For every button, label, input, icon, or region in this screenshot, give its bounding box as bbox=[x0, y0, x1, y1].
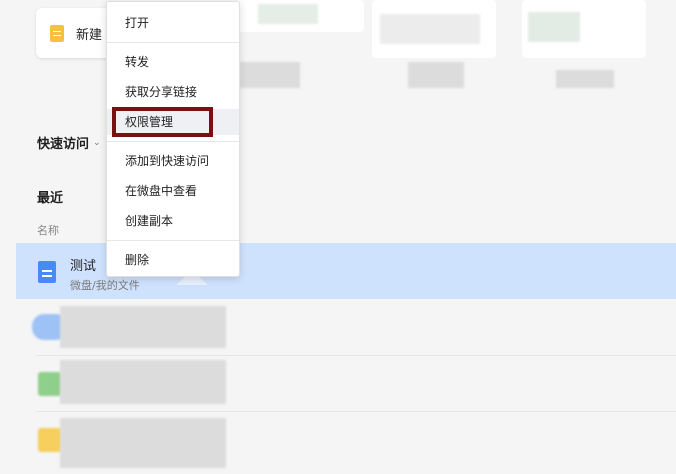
blurred-thumbnail[interactable] bbox=[372, 0, 496, 58]
blue-document-icon bbox=[38, 261, 56, 283]
recent-section-title: 最近 bbox=[37, 191, 64, 206]
blurred-text bbox=[60, 360, 226, 404]
blurred-icon bbox=[38, 428, 62, 452]
blurred-label bbox=[556, 70, 614, 88]
quick-access-label: 快速访问 bbox=[37, 137, 90, 152]
file-name: 测试 bbox=[70, 259, 97, 274]
menu-divider bbox=[107, 42, 239, 43]
menu-divider bbox=[107, 240, 239, 241]
yellow-document-icon bbox=[50, 24, 64, 42]
file-row[interactable] bbox=[16, 412, 676, 468]
name-column-header[interactable]: 名称 bbox=[37, 222, 59, 238]
file-path: 微盘/我的文件 bbox=[70, 279, 140, 292]
highlight-annotation-box bbox=[112, 107, 213, 137]
file-row[interactable] bbox=[16, 356, 676, 411]
blurred-label bbox=[240, 62, 300, 88]
menu-item-get-share-link[interactable]: 获取分享链接 bbox=[107, 79, 239, 105]
menu-divider bbox=[107, 141, 239, 142]
quick-access-toggle[interactable]: 快速访问 ⌄ bbox=[37, 133, 101, 152]
menu-item-view-in-drive[interactable]: 在微盘中查看 bbox=[107, 178, 239, 204]
menu-item-open[interactable]: 打开 bbox=[107, 10, 239, 36]
new-document-label: 新建 bbox=[76, 27, 103, 43]
chevron-down-icon: ⌄ bbox=[93, 137, 101, 148]
blurred-thumbnail[interactable] bbox=[522, 0, 646, 58]
blurred-text bbox=[60, 418, 226, 468]
blurred-icon bbox=[38, 372, 62, 396]
menu-item-forward[interactable]: 转发 bbox=[107, 49, 239, 75]
menu-item-delete[interactable]: 删除 bbox=[107, 247, 239, 273]
context-menu: 打开 转发 获取分享链接 权限管理 添加到快速访问 在微盘中查看 创建副本 删除 bbox=[106, 1, 240, 277]
menu-item-create-copy[interactable]: 创建副本 bbox=[107, 208, 239, 234]
file-row[interactable] bbox=[16, 300, 676, 355]
blurred-thumbnail[interactable] bbox=[236, 0, 364, 32]
blurred-text bbox=[60, 306, 226, 348]
blurred-label bbox=[408, 62, 464, 88]
menu-item-add-to-quick-access[interactable]: 添加到快速访问 bbox=[107, 148, 239, 174]
